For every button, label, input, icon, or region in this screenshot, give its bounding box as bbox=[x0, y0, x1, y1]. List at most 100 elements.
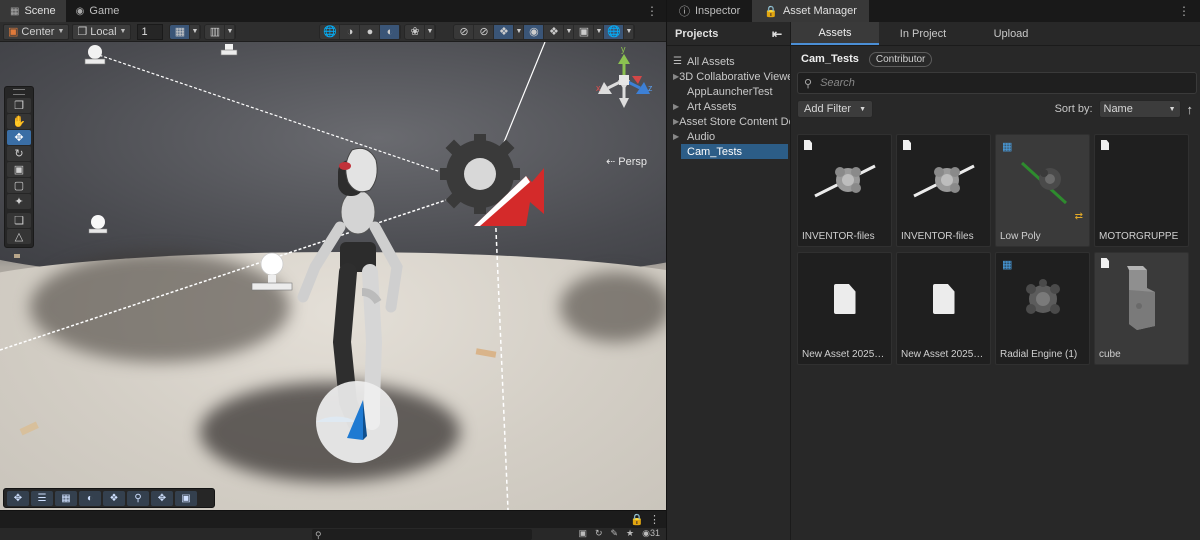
lock-icon: 🔒 bbox=[764, 5, 778, 18]
draw-mode-group: 🌐 ◑ ● ◐ bbox=[319, 23, 402, 40]
tab-asset-manager[interactable]: 🔒 Asset Manager bbox=[752, 0, 869, 22]
tab-inspector[interactable]: ⓘ Inspector bbox=[667, 0, 752, 22]
star-icon[interactable]: ★ bbox=[626, 528, 634, 539]
pivot-mode-dropdown[interactable]: ▣ Center ▼ bbox=[3, 23, 70, 40]
lit-sphere-icon[interactable]: ◐ bbox=[380, 24, 401, 39]
debug-group: ❀ ▼ bbox=[404, 23, 437, 40]
audio-mute-icon[interactable]: ⊘ bbox=[474, 24, 495, 39]
asset-card[interactable]: MOTORGRUPPE bbox=[1094, 134, 1189, 247]
sphere-icon[interactable]: ● bbox=[360, 24, 381, 39]
search-overlay-icon[interactable]: ⚲ bbox=[127, 490, 149, 506]
collapse-panel-icon[interactable]: ⇤ bbox=[772, 27, 782, 41]
asset-card[interactable]: ▦ Radial Engine (1) bbox=[995, 252, 1090, 365]
view-tool-icon[interactable]: ❐ bbox=[7, 98, 31, 113]
floor-debris bbox=[19, 421, 39, 436]
frustum-line bbox=[499, 42, 546, 153]
info-icon: ⓘ bbox=[679, 6, 690, 18]
character-model bbox=[297, 147, 403, 431]
expand-arrow-icon[interactable]: ▶ bbox=[673, 132, 687, 141]
sort-dropdown[interactable]: Name ▼ bbox=[1098, 100, 1181, 118]
tab-in-project[interactable]: In Project bbox=[879, 22, 967, 45]
hidden-count[interactable]: ◉31 bbox=[642, 528, 660, 539]
chevron-down-icon[interactable]: ▼ bbox=[425, 24, 436, 39]
increment-snap-icon[interactable]: ▥ bbox=[205, 24, 226, 39]
transform-tool-icon[interactable]: ✦ bbox=[7, 194, 31, 209]
axis-z-label: z bbox=[648, 83, 653, 93]
camera-overlay-icon[interactable]: ▣ bbox=[175, 490, 197, 506]
grid-size-field[interactable]: 1 bbox=[137, 23, 164, 40]
hidden-count-value: 31 bbox=[649, 528, 660, 538]
console-search-input[interactable]: ⚲ bbox=[312, 529, 532, 540]
hand-tool-icon[interactable]: ✋ bbox=[7, 114, 31, 129]
project-item-cam-tests[interactable]: Cam_Tests bbox=[681, 144, 788, 159]
project-item-asset-store-content-demo[interactable]: ▶ Asset Store Content Demo bbox=[667, 114, 790, 129]
gizmos-icon[interactable]: 🌐 bbox=[604, 24, 625, 39]
tab-upload[interactable]: Upload bbox=[967, 22, 1055, 45]
scene-tab-menu-icon[interactable]: ⋮ bbox=[646, 4, 658, 18]
chevron-down-icon[interactable]: ▼ bbox=[514, 24, 525, 39]
asset-card[interactable]: INVENTOR-files bbox=[896, 134, 991, 247]
projection-label[interactable]: ⇠ Persp bbox=[606, 155, 647, 168]
drag-handle[interactable] bbox=[13, 89, 25, 95]
edit-icon[interactable]: ✎ bbox=[611, 528, 619, 539]
scale-tool-icon[interactable]: ▣ bbox=[7, 162, 31, 177]
expand-arrow-icon[interactable]: ▶ bbox=[673, 102, 687, 111]
project-item-audio[interactable]: ▶ Audio bbox=[667, 129, 790, 144]
tab-assets[interactable]: Assets bbox=[791, 22, 879, 45]
editor-tool-icon[interactable]: △ bbox=[7, 229, 31, 244]
sort-direction-icon[interactable]: ↑ bbox=[1187, 102, 1194, 117]
chevron-down-icon[interactable]: ▼ bbox=[190, 24, 201, 39]
project-item-art-assets[interactable]: ▶ Art Assets bbox=[667, 99, 790, 114]
bug-icon[interactable]: ❀ bbox=[405, 24, 426, 39]
effects-icon[interactable]: ❖ bbox=[494, 24, 515, 39]
orientation-gizmo bbox=[598, 54, 650, 108]
asset-card[interactable]: INVENTOR-files bbox=[797, 134, 892, 247]
package-icon[interactable]: ▣ bbox=[578, 528, 587, 539]
chevron-down-icon: ▼ bbox=[859, 105, 867, 113]
radial-engine-thumbnail-icon bbox=[1025, 279, 1060, 314]
axis-x-label: x bbox=[596, 83, 601, 93]
grid-overlay-icon[interactable]: ▦ bbox=[55, 490, 77, 506]
rect-tool-icon[interactable]: ▢ bbox=[7, 178, 31, 193]
right-tab-menu-icon[interactable]: ⋮ bbox=[1178, 4, 1190, 18]
shaded-sphere-icon[interactable]: ◑ bbox=[340, 24, 361, 39]
chevron-down-icon[interactable]: ▼ bbox=[564, 24, 575, 39]
project-item-applaunchertest[interactable]: AppLauncherTest bbox=[667, 84, 790, 99]
custom-tool-icon[interactable]: ❏ bbox=[7, 213, 31, 228]
globe-icon[interactable]: 🌐 bbox=[320, 24, 341, 39]
chevron-down-icon[interactable]: ▼ bbox=[225, 24, 236, 39]
visibility-eye-icon[interactable]: ◉ bbox=[524, 24, 545, 39]
nav-overlay-icon[interactable]: ❖ bbox=[103, 490, 125, 506]
asset-card[interactable]: New Asset 2025-0... bbox=[896, 252, 991, 365]
asset-card[interactable]: New Asset 2025-0... bbox=[797, 252, 892, 365]
tab-scene[interactable]: ▦ Scene bbox=[0, 0, 66, 22]
asset-subtabs: Assets In Project Upload bbox=[791, 22, 1200, 46]
camera-icon[interactable]: ▣ bbox=[574, 24, 595, 39]
view-options-group: ⊘ ⊘ ❖ ▼ ◉ ❖ ▼ ▣ ▼ 🌐 ▼ bbox=[453, 23, 636, 40]
panel-menu-icon[interactable]: ⋮ bbox=[649, 513, 660, 526]
2d-toggle-icon[interactable]: ⊘ bbox=[454, 24, 475, 39]
move-overlay-icon[interactable]: ✥ bbox=[7, 490, 29, 506]
inspector-overlay-icon[interactable]: ☰ bbox=[31, 490, 53, 506]
asset-card[interactable]: cube bbox=[1094, 252, 1189, 365]
asset-card[interactable]: ▦ ⇄ Low Poly bbox=[995, 134, 1090, 247]
grid-snap-icon[interactable]: ▦ bbox=[170, 24, 191, 39]
tab-game[interactable]: ◉ Game bbox=[66, 0, 130, 22]
project-item-label: All Assets bbox=[687, 55, 735, 68]
move-tool-icon[interactable]: ✥ bbox=[7, 130, 31, 145]
lighting-overlay-icon[interactable]: ◐ bbox=[79, 490, 101, 506]
pan-overlay-icon[interactable]: ✥ bbox=[151, 490, 173, 506]
rotate-tool-icon[interactable]: ↻ bbox=[7, 146, 31, 161]
sync-icon[interactable]: ↻ bbox=[595, 528, 603, 539]
layers-icon[interactable]: ❖ bbox=[544, 24, 565, 39]
project-item-all-assets[interactable]: ☰ All Assets bbox=[667, 54, 790, 69]
asset-grid: INVENTOR-files INVENTOR-files ▦ ⇄ Low Po… bbox=[797, 134, 1189, 365]
asset-search-input[interactable]: ⚲ Search bbox=[797, 72, 1197, 94]
chevron-down-icon[interactable]: ▼ bbox=[594, 24, 605, 39]
scene-viewport[interactable]: x z y ⇠ Persp ❐ ✋ ✥ ↻ ▣ ▢ ✦ ❏ △ bbox=[0, 42, 666, 510]
lock-icon[interactable]: 🔒 bbox=[630, 513, 644, 526]
pivot-rotation-dropdown[interactable]: ❐ Local ▼ bbox=[72, 23, 132, 40]
add-filter-button[interactable]: Add Filter ▼ bbox=[797, 100, 874, 118]
chevron-down-icon[interactable]: ▼ bbox=[624, 24, 635, 39]
project-item-3d-collaborative-viewer[interactable]: ▶ 3D Collaborative Viewer bbox=[667, 69, 790, 84]
